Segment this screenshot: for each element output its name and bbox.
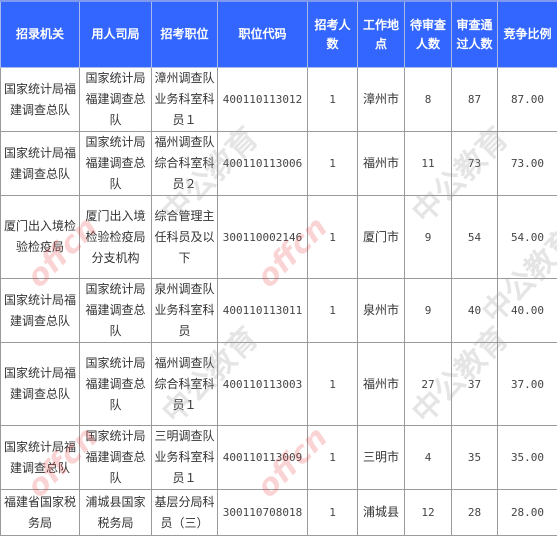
table-row: 国家统计局福建调查总队国家统计局福建调查总队泉州调查队业务科室科员4001101… <box>1 279 557 343</box>
header-position: 招考职位 <box>152 1 218 68</box>
table-row: 国家统计局福建调查总队国家统计局福建调查总队三明调查队业务科室科员１400110… <box>1 426 557 490</box>
cell-work-location: 福州市 <box>358 343 405 426</box>
cell-work-location: 福州市 <box>358 132 405 196</box>
cell-openings: 1 <box>308 279 358 343</box>
header-row: 招录机关 用人司局 招考职位 职位代码 招考人数 工作地点 待审查人数 审查通过… <box>1 1 557 68</box>
cell-approved: 40 <box>452 279 498 343</box>
cell-openings: 1 <box>308 196 358 279</box>
header-position-code: 职位代码 <box>218 1 308 68</box>
cell-work-location: 泉州市 <box>358 279 405 343</box>
cell-pending-review: 27 <box>405 343 452 426</box>
cell-competition-ratio: 54.00 <box>498 196 557 279</box>
cell-recruiting-agency: 厦门出入境检验检疫局 <box>1 196 80 279</box>
cell-competition-ratio: 87.00 <box>498 68 557 132</box>
cell-approved: 73 <box>452 132 498 196</box>
cell-pending-review: 4 <box>405 426 452 490</box>
header-pending-review: 待审查人数 <box>405 1 452 68</box>
cell-position: 泉州调查队业务科室科员 <box>152 279 218 343</box>
cell-position-code: 400110113003 <box>218 343 308 426</box>
cell-openings: 1 <box>308 68 358 132</box>
cell-recruiting-agency: 国家统计局福建调查总队 <box>1 132 80 196</box>
cell-approved: 37 <box>452 343 498 426</box>
cell-recruiting-agency: 国家统计局福建调查总队 <box>1 426 80 490</box>
table-row: 国家统计局福建调查总队国家统计局福建调查总队漳州调查队业务科室科员１400110… <box>1 68 557 132</box>
cell-competition-ratio: 35.00 <box>498 426 557 490</box>
header-approved: 审查通过人数 <box>452 1 498 68</box>
cell-pending-review: 9 <box>405 279 452 343</box>
cell-approved: 54 <box>452 196 498 279</box>
header-openings: 招考人数 <box>308 1 358 68</box>
cell-employing-department: 国家统计局福建调查总队 <box>80 343 152 426</box>
table-row: 厦门出入境检验检疫局厦门出入境检验检疫局分支机构综合管理主任科员及以下30011… <box>1 196 557 279</box>
header-work-location: 工作地点 <box>358 1 405 68</box>
cell-position: 福州调查队综合科室科员１ <box>152 343 218 426</box>
header-recruiting-agency: 招录机关 <box>1 1 80 68</box>
cell-employing-department: 国家统计局福建调查总队 <box>80 132 152 196</box>
cell-openings: 1 <box>308 343 358 426</box>
cell-recruiting-agency: 国家统计局福建调查总队 <box>1 279 80 343</box>
cell-employing-department: 厦门出入境检验检疫局分支机构 <box>80 196 152 279</box>
cell-approved: 87 <box>452 68 498 132</box>
cell-position-code: 400110113011 <box>218 279 308 343</box>
cell-employing-department: 国家统计局福建调查总队 <box>80 426 152 490</box>
table-row: 国家统计局福建调查总队国家统计局福建调查总队福州调查队综合科室科员２400110… <box>1 132 557 196</box>
cell-position: 综合管理主任科员及以下 <box>152 196 218 279</box>
cell-pending-review: 8 <box>405 68 452 132</box>
cell-competition-ratio: 40.00 <box>498 279 557 343</box>
header-employing-department: 用人司局 <box>80 1 152 68</box>
header-competition-ratio: 竞争比例 <box>498 1 557 68</box>
registration-table: 招录机关 用人司局 招考职位 职位代码 招考人数 工作地点 待审查人数 审查通过… <box>0 0 557 536</box>
cell-employing-department: 国家统计局福建调查总队 <box>80 279 152 343</box>
cell-recruiting-agency: 国家统计局福建调查总队 <box>1 343 80 426</box>
cell-openings: 1 <box>308 132 358 196</box>
cell-work-location: 厦门市 <box>358 196 405 279</box>
cell-employing-department: 国家统计局福建调查总队 <box>80 68 152 132</box>
cell-competition-ratio: 73.00 <box>498 132 557 196</box>
cell-competition-ratio: 37.00 <box>498 343 557 426</box>
cell-position: 福州调查队综合科室科员２ <box>152 132 218 196</box>
cell-position-code: 400110113006 <box>218 132 308 196</box>
cell-pending-review: 11 <box>405 132 452 196</box>
cell-pending-review: 9 <box>405 196 452 279</box>
cell-approved: 35 <box>452 426 498 490</box>
table-row: 国家统计局福建调查总队国家统计局福建调查总队福州调查队综合科室科员１400110… <box>1 343 557 426</box>
cell-openings: 1 <box>308 426 358 490</box>
cell-work-location: 三明市 <box>358 426 405 490</box>
cell-recruiting-agency: 国家统计局福建调查总队 <box>1 68 80 132</box>
cell-position: 三明调查队业务科室科员１ <box>152 426 218 490</box>
cell-position-code: 300110002146 <box>218 196 308 279</box>
cell-position-code: 400110113009 <box>218 426 308 490</box>
cell-work-location: 漳州市 <box>358 68 405 132</box>
cell-position-code: 400110113012 <box>218 68 308 132</box>
cell-position: 漳州调查队业务科室科员１ <box>152 68 218 132</box>
